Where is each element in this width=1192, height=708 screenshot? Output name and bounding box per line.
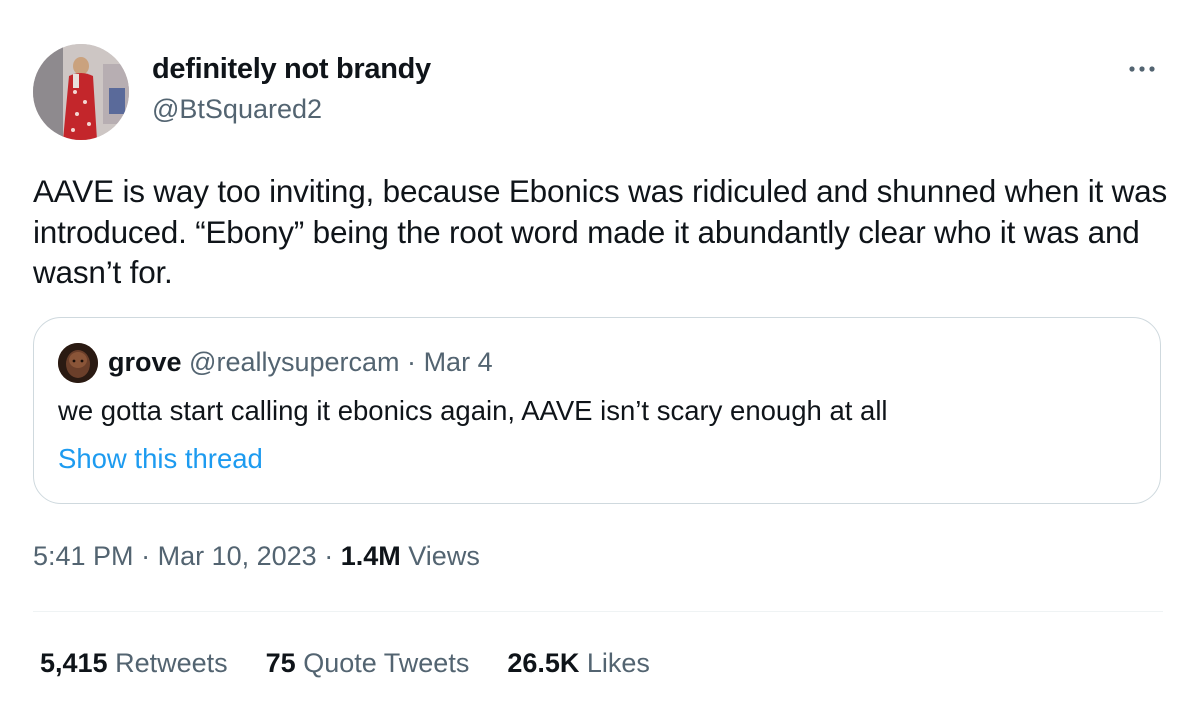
quoted-handle[interactable]: @reallysupercam xyxy=(189,347,399,377)
quote-tweets-label: Quote Tweets xyxy=(303,648,470,678)
quoted-name[interactable]: grove xyxy=(108,347,182,377)
tweet-text: AAVE is way too inviting, because Ebonic… xyxy=(33,173,1168,290)
show-thread-link[interactable]: Show this thread xyxy=(58,443,263,475)
tweet-date[interactable]: Mar 10, 2023 xyxy=(158,541,317,571)
quote-tweets-count: 75 xyxy=(265,648,296,678)
quoted-profile-photo-icon xyxy=(58,343,98,383)
quoted-tweet[interactable]: grove @reallysupercam · Mar 4 we gotta s… xyxy=(33,317,1161,504)
retweets-count: 5,415 xyxy=(40,648,108,678)
quoted-avatar[interactable] xyxy=(58,343,98,383)
tweet-card: definitely not brandy @BtSquared2 AAVE i… xyxy=(0,0,1192,708)
profile-photo-icon xyxy=(33,44,129,140)
ellipsis-icon xyxy=(1129,66,1155,72)
author-avatar[interactable] xyxy=(33,44,129,140)
meta-separator: · xyxy=(141,541,151,571)
quoted-meta: grove @reallysupercam · Mar 4 xyxy=(108,347,493,378)
views-label: Views xyxy=(408,541,480,571)
author-display-name[interactable]: definitely not brandy xyxy=(152,53,431,86)
likes-count: 26.5K xyxy=(507,648,580,678)
tweet-time[interactable]: 5:41 PM xyxy=(33,541,134,571)
retweets-stat[interactable]: 5,415 Retweets xyxy=(40,648,228,679)
divider xyxy=(33,611,1163,612)
more-options-button[interactable] xyxy=(1122,54,1162,84)
retweets-label: Retweets xyxy=(115,648,228,678)
quoted-text: we gotta start calling it ebonics again,… xyxy=(58,395,888,426)
engagement-stats: 5,415 Retweets 75 Quote Tweets 26.5K Lik… xyxy=(40,648,650,679)
likes-stat[interactable]: 26.5K Likes xyxy=(507,648,650,679)
quoted-date[interactable]: Mar 4 xyxy=(424,347,493,377)
quoted-separator: · xyxy=(407,347,417,377)
tweet-meta: 5:41 PM · Mar 10, 2023 · 1.4M Views xyxy=(33,541,480,572)
views-count: 1.4M xyxy=(340,541,401,571)
meta-separator: · xyxy=(324,541,334,571)
author-handle[interactable]: @BtSquared2 xyxy=(152,94,322,125)
likes-label: Likes xyxy=(586,648,650,678)
quote-tweets-stat[interactable]: 75 Quote Tweets xyxy=(266,648,470,679)
